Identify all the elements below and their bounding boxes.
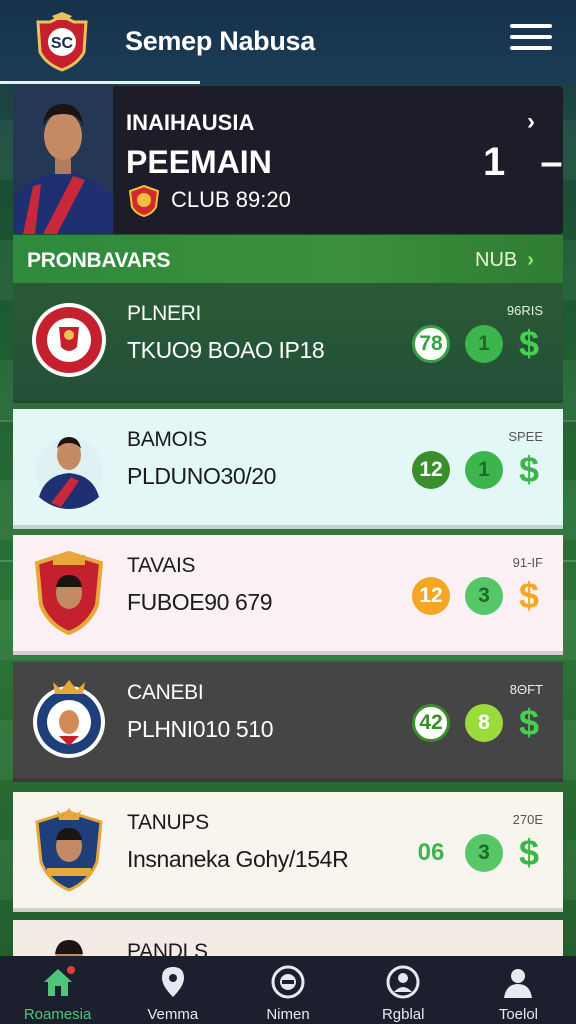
svg-text:SC: SC [51, 35, 74, 52]
player-title: PEEMAIN [126, 144, 272, 180]
featured-player-card[interactable]: INAIHAUSIA PEEMAIN CLUB 89:20 › 1 – [13, 86, 563, 234]
nav-item-menu[interactable]: Nimen [230, 956, 345, 1024]
list-item[interactable]: TAVAIS FUBOE90 679 91-IF 12 3 $ [13, 535, 563, 655]
bottom-navigation: Roamesia Vemma Nimen Rgblal Toelol [0, 956, 576, 1024]
score-badge: 12 [412, 577, 450, 615]
row-title: PANDLS [127, 940, 208, 956]
chevron-right-icon[interactable]: › [527, 108, 535, 136]
row-title: PLNERI [127, 302, 202, 325]
row-meta: 91-IF [512, 555, 543, 570]
section-title: PRONBAVARS [27, 249, 171, 272]
club-logo-icon[interactable]: SC [34, 12, 90, 72]
score-right: – [540, 140, 563, 184]
section-link[interactable]: NUB › [475, 249, 534, 272]
chevron-right-icon: › [527, 249, 534, 271]
nav-item-home[interactable]: Roamesia [0, 956, 115, 1024]
score-badge: 12 [412, 451, 450, 489]
player-name: INAIHAUSIA [126, 110, 255, 135]
row-title: TAVAIS [127, 554, 196, 577]
count-badge: 3 [465, 834, 503, 872]
nav-label: Toelol [498, 1006, 539, 1023]
dollar-icon[interactable]: $ [519, 323, 539, 365]
nav-label: Vemma [147, 1006, 199, 1023]
row-subtitle: TKUO9 BOAO IP18 [127, 337, 325, 363]
nav-item-profile-target[interactable]: Rgblal [346, 956, 461, 1024]
list-item[interactable]: PLNERI TKUO9 BOAO IP18 96RIS 78 1 $ [13, 283, 563, 403]
dollar-icon[interactable]: $ [519, 702, 539, 744]
club-crest-icon [34, 550, 104, 635]
count-badge: 1 [465, 451, 503, 489]
nav-label: Roamesia [23, 1006, 92, 1023]
row-meta: 96RIS [506, 303, 543, 318]
score-badge: 78 [412, 325, 450, 363]
location-pin-icon [161, 967, 184, 997]
score-display: 1 – [483, 140, 563, 185]
header-progress-bar [0, 81, 200, 84]
list-item[interactable]: PANDLS [13, 920, 563, 956]
row-subtitle: FUBOE90 679 [127, 589, 273, 615]
row-title: BAMOIS [127, 428, 207, 451]
score-left: 1 [483, 140, 506, 184]
circle-menu-icon [271, 965, 305, 999]
player-photo [13, 86, 113, 234]
count-badge: 1 [465, 325, 503, 363]
count-badge: 8 [465, 704, 503, 742]
app-title: Semep Nabusa [125, 26, 315, 56]
list-item[interactable]: BAMOIS PLDUNO30/20 SPEE 12 1 $ [13, 409, 563, 529]
top-app-bar: SC Semep Nabusa [0, 0, 576, 84]
nav-label: Rgblal [381, 1006, 425, 1023]
hamburger-menu-icon[interactable] [510, 24, 552, 58]
row-subtitle: PLDUNO30/20 [127, 463, 277, 489]
player-avatar [35, 437, 103, 509]
nav-label: Nimen [266, 1006, 310, 1023]
score-badge: 42 [412, 704, 450, 742]
nav-item-location[interactable]: Vemma [115, 956, 230, 1024]
club-badge-icon [128, 185, 160, 217]
row-meta: SPEE [508, 429, 543, 444]
list-item[interactable]: TANUPS Insnaneka Gohy/154R 270E 06 3 $ [13, 792, 563, 912]
home-icon [43, 966, 75, 996]
score-badge: 06 [417, 839, 445, 866]
section-header: PRONBAVARS NUB › [13, 235, 563, 283]
user-icon [504, 969, 533, 998]
row-meta: 270E [512, 812, 543, 827]
player-avatar [55, 940, 83, 956]
dollar-icon[interactable]: $ [519, 832, 539, 874]
club-crest-icon [32, 303, 106, 377]
list-item[interactable]: CANEBI PLHNI010 510 8ΘFT 42 8 $ [13, 662, 563, 782]
row-subtitle: Insnaneka Gohy/154R [127, 846, 349, 872]
row-subtitle: PLHNI010 510 [127, 716, 274, 742]
row-meta: 8ΘFT [509, 682, 543, 697]
player-club: CLUB 89:20 [171, 187, 291, 212]
person-target-icon [386, 965, 420, 999]
dollar-icon[interactable]: $ [519, 575, 539, 617]
dollar-icon[interactable]: $ [519, 449, 539, 491]
club-crest-icon [35, 808, 103, 892]
row-title: CANEBI [127, 681, 204, 704]
nav-item-user[interactable]: Toelol [461, 956, 576, 1024]
section-link-label: NUB [475, 249, 518, 271]
club-crest-icon [33, 680, 105, 758]
count-badge: 3 [465, 577, 503, 615]
row-title: TANUPS [127, 811, 209, 834]
